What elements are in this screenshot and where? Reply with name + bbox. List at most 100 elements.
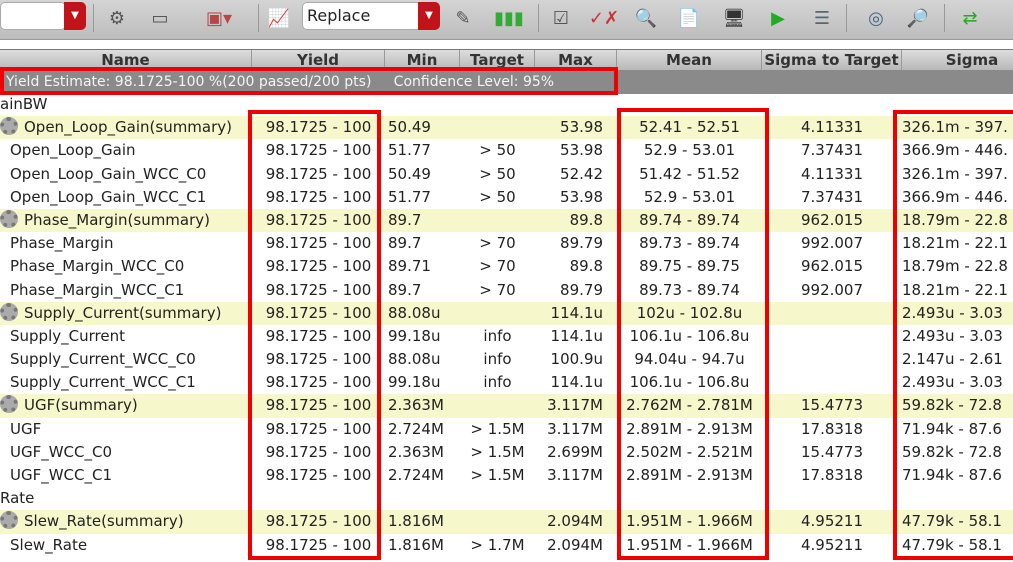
target-cell [460,394,535,417]
sigma-to-target-cell: 7.37431 [800,141,864,160]
min-cell: 51.77 [388,141,431,160]
table-row[interactable]: Supply_Current_WCC_C1 98.1725 - 100 99.18u… [0,371,1013,394]
separator [93,4,94,32]
table-row[interactable]: Phase_Margin_WCC_C1 98.1725 - 100 89.7 > 70… [0,279,1013,302]
min-cell: 2.724M [388,419,444,438]
table-row[interactable]: Slew_Rate 98.1725 - 100 1.816M > 1.7M 2.094M… [0,534,1013,557]
yield-cell: 98.1725 - 100 [265,141,372,160]
table-view-icon[interactable]: ▭ [142,4,178,32]
mean-cell: 89.73 - 89.74 [639,234,740,253]
sigma-cell: 18.79m - 22.8 [902,210,1008,229]
histogram-icon[interactable]: ▮▮▮ [490,4,528,32]
yield-cell: 98.1725 - 100 [265,187,372,206]
target-cell [460,116,535,139]
table-row[interactable]: Supply_Current_WCC_C0 98.1725 - 100 88.08u… [0,348,1013,371]
export-icon[interactable]: ⇄ [952,4,988,32]
pass-fail-icon[interactable]: ✓✗ [588,4,620,32]
max-cell: 89.8 [569,257,603,276]
max-cell: 53.98 [560,187,603,206]
plot-mode-value: Replace [307,6,371,25]
row-name: UGF [10,419,42,438]
search-tree-icon[interactable]: 🔎 [900,4,936,32]
min-cell: 1.816M [388,535,444,554]
max-cell: 2.094M [547,535,603,554]
sigma-cell: 47.79k - 58.1 [902,535,1002,554]
sigma-to-target-cell: 992.007 [800,280,864,299]
sigma-cell: 18.79m - 22.8 [902,257,1008,276]
summary-row[interactable]: Slew_Rate(summary) 98.1725 - 100 1.816M 2.0… [0,510,1013,534]
row-name: Rate [0,489,35,508]
table-row[interactable]: Open_Loop_Gain 98.1725 - 100 51.77 > 50 53.9… [0,139,1013,162]
table-row[interactable]: Open_Loop_Gain_WCC_C1 98.1725 - 100 51.77 >… [0,186,1013,209]
column-header-name[interactable]: Name [0,50,252,71]
edit-pencil-icon[interactable]: ✎ [446,4,480,32]
sigma-cell: 2.493u - 3.03 [902,373,1003,392]
sigma-cell: 59.82k - 72.8 [902,396,1002,415]
table-row[interactable]: Supply_Current 98.1725 - 100 99.18u info 114… [0,325,1013,348]
column-header-mean[interactable]: Mean [617,50,762,71]
plot-mode-select[interactable]: Replace [302,2,422,30]
min-cell: 2.363M [388,396,444,415]
terminal-icon[interactable]: 🖥 [716,4,752,32]
min-cell: 51.77 [388,187,431,206]
mean-cell: 1.951M - 1.966M [626,512,753,531]
results-table: ainBW Open_Loop_Gain(summary) 98.1725 - 10… [0,93,1013,557]
table-row[interactable]: Phase_Margin_WCC_C0 98.1725 - 100 89.71 > 7… [0,255,1013,278]
sigma-to-target-cell: 4.95211 [800,512,864,531]
sigma-cell: 47.79k - 58.1 [902,512,1002,531]
mean-cell: 89.75 - 89.75 [639,257,740,276]
run-icon[interactable]: ▶ [762,4,794,32]
name-cell: UGF_WCC_C0 [10,441,260,464]
mean-cell: 52.41 - 52.51 [639,118,740,137]
document-icon[interactable]: 📄 [674,4,704,32]
name-cell: UGF_WCC_C1 [10,464,260,487]
column-header-target[interactable]: Target [460,50,535,71]
group-row[interactable]: ainBW [0,93,1013,116]
table-row[interactable]: UGF_WCC_C1 98.1725 - 100 2.724M > 1.5M 3.117… [0,464,1013,487]
row-name: Phase_Margin [10,234,114,253]
group-row[interactable]: Rate [0,487,1013,510]
table-row[interactable]: Open_Loop_Gain_WCC_C0 98.1725 - 100 50.49 >… [0,163,1013,186]
yield-cell: 98.1725 - 100 [265,164,372,183]
summary-row[interactable]: Phase_Margin(summary) 98.1725 - 100 89.7 89… [0,208,1013,233]
chevron-down-icon[interactable]: ▼ [418,2,440,30]
target-cell: info [483,373,512,392]
summary-row[interactable]: Open_Loop_Gain(summary) 98.1725 - 100 50.4… [0,116,1013,140]
row-name: Phase_Margin(summary) [24,210,211,229]
min-cell: 2.363M [388,442,444,461]
settings-icon[interactable]: ⚙ [100,4,134,32]
column-header-sigma-to-target[interactable]: Sigma to Target [762,50,902,71]
min-cell: 50.49 [388,164,431,183]
name-cell: Supply_Current_WCC_C0 [10,348,260,371]
row-name: Open_Loop_Gain(summary) [24,118,233,137]
table-row[interactable]: UGF 98.1725 - 100 2.724M > 1.5M 3.117M 2.891M… [0,418,1013,441]
column-header-yield[interactable]: Yield [252,50,385,71]
database-icon[interactable]: ☰ [806,4,838,32]
yield-cell: 98.1725 - 100 [265,466,372,484]
yield-cell: 98.1725 - 100 [265,419,372,438]
zoom-icon[interactable]: 🔍 [628,4,664,32]
summary-row[interactable]: UGF(summary) 98.1725 - 100 2.363M 3.117M 2.7… [0,394,1013,418]
summary-row[interactable]: Supply_Current(summary) 98.1725 - 100 88.0… [0,301,1013,325]
max-cell: 89.79 [560,280,603,299]
target-cell: > 1.5M [470,419,525,438]
history-select[interactable] [0,2,66,30]
plot-icon[interactable]: 📈 [264,4,294,32]
column-header-sigma[interactable]: Sigma [902,50,1013,71]
target-icon[interactable]: ◎ [856,4,896,32]
plot-options-icon[interactable]: ▣▾ [196,4,242,32]
table-row[interactable]: Phase_Margin 98.1725 - 100 89.7 > 70 89.79 89… [0,232,1013,255]
table-row[interactable]: UGF_WCC_C0 98.1725 - 100 2.363M > 1.5M 2.699… [0,441,1013,464]
checklist-icon[interactable]: ☑ [544,4,578,32]
max-cell: 3.117M [547,396,603,415]
sigma-to-target-cell: 4.95211 [800,535,864,554]
row-name: UGF_WCC_C0 [10,442,113,461]
mean-cell: 1.951M - 1.966M [626,535,753,554]
column-header-max[interactable]: Max [535,50,617,71]
chevron-down-icon[interactable]: ▼ [64,2,86,30]
mean-cell: 2.762M - 2.781M [626,396,753,415]
column-header-min[interactable]: Min [385,50,460,71]
gear-icon [0,395,18,414]
target-cell: > 50 [479,141,516,160]
mean-cell: 52.9 - 53.01 [643,187,736,206]
